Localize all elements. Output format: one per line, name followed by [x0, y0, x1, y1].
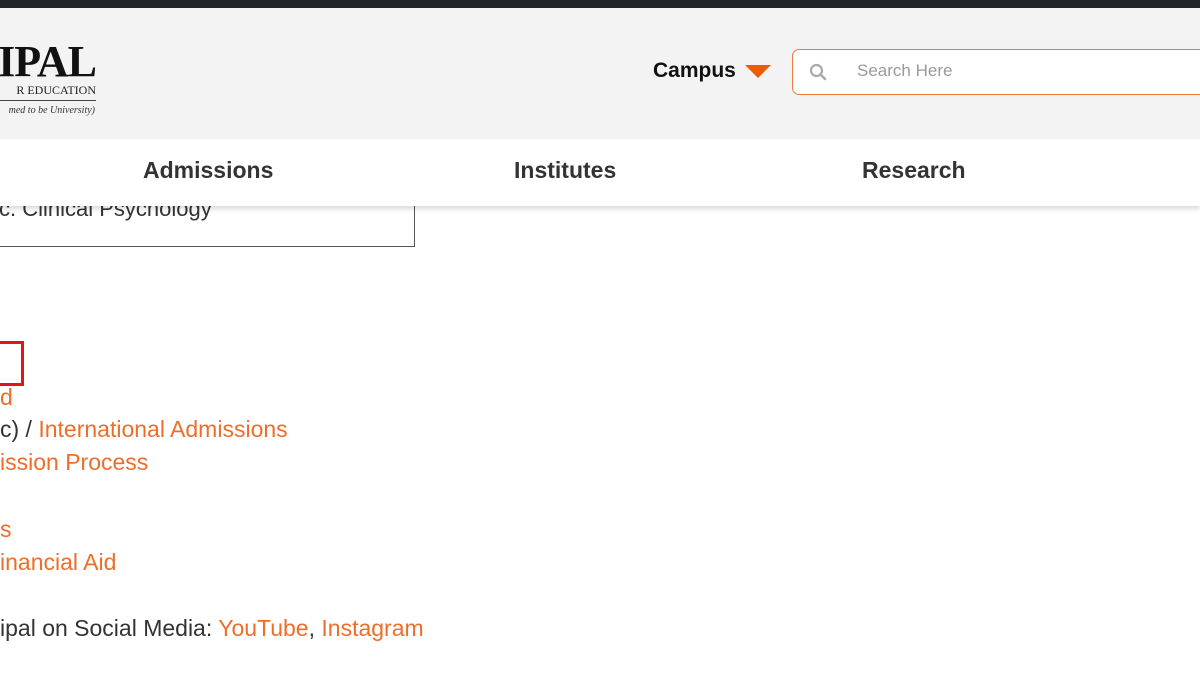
link-line-3: ission Process	[0, 449, 148, 476]
youtube-link[interactable]: YouTube	[218, 615, 308, 641]
logo-sub-text: R EDUCATION	[16, 83, 96, 97]
instagram-link[interactable]: Instagram	[321, 615, 423, 641]
nav-institutes[interactable]: Institutes	[514, 157, 616, 184]
link-line-1: d	[0, 384, 13, 411]
financial-aid-link[interactable]: inancial Aid	[0, 549, 116, 575]
admission-process-link[interactable]: ission Process	[0, 449, 148, 475]
logo-main-text: IPAL	[0, 37, 97, 86]
site-header: IPAL R EDUCATION med to be University) C…	[0, 8, 1200, 139]
main-nav: Admissions Institutes Research	[0, 139, 1200, 206]
separator: ,	[308, 615, 322, 641]
logo-tagline: med to be University)	[8, 105, 95, 116]
search-box[interactable]	[792, 49, 1200, 95]
nav-research[interactable]: Research	[862, 157, 966, 184]
link-line-4: s	[0, 516, 12, 543]
link-line-5: inancial Aid	[0, 549, 116, 576]
search-icon	[809, 63, 827, 81]
link-line-2: c) / International Admissions	[0, 416, 288, 443]
link-fragment[interactable]: s	[0, 516, 12, 542]
search-input[interactable]	[855, 60, 1189, 82]
campus-dropdown[interactable]: Campus	[653, 59, 771, 83]
caret-down-icon	[744, 64, 771, 78]
campus-label: Campus	[653, 59, 736, 82]
social-media-label: ipal on Social Media:	[0, 615, 219, 641]
link-fragment[interactable]: d	[0, 384, 13, 410]
nav-admissions[interactable]: Admissions	[143, 157, 273, 184]
highlight-box	[0, 341, 24, 386]
social-media-line: ipal on Social Media: YouTube, Instagram	[0, 615, 424, 642]
text-fragment: c) /	[0, 416, 39, 442]
international-admissions-link[interactable]: International Admissions	[38, 416, 287, 442]
logo-divider	[0, 100, 96, 101]
university-logo[interactable]: IPAL R EDUCATION med to be University)	[0, 8, 110, 139]
browser-top-bar	[0, 0, 1200, 8]
